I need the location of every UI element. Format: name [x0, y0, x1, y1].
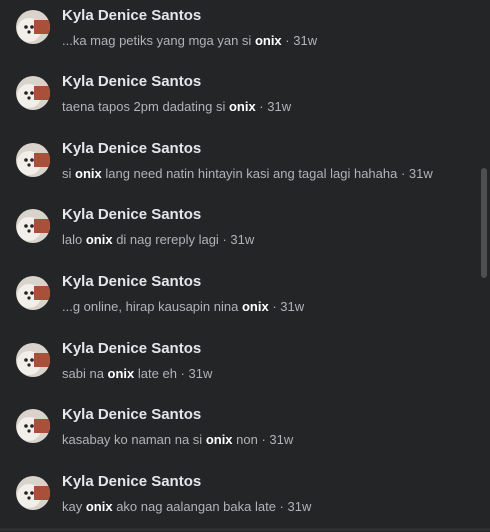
avatar[interactable]	[16, 476, 50, 510]
message-snippet: si onix lang need natin hintayin kasi an…	[62, 166, 433, 181]
search-keyword-highlight: onix	[75, 166, 102, 181]
snippet-text: ...g online, hirap kausapin nina	[62, 299, 242, 314]
separator: ·	[218, 232, 231, 247]
message-snippet: ...ka mag petiks yang mga yan si onix · …	[62, 33, 317, 48]
separator: ·	[397, 166, 409, 181]
avatar[interactable]	[16, 10, 50, 44]
result-row[interactable]: Kyla Denice Santos si onix lang need nat…	[0, 133, 478, 199]
profile-photo-dog-icon	[16, 10, 50, 44]
sender-name: Kyla Denice Santos	[62, 73, 202, 90]
snippet-text: sabi na	[62, 366, 108, 381]
avatar[interactable]	[16, 209, 50, 243]
avatar[interactable]	[16, 76, 50, 110]
separator: ·	[257, 432, 270, 447]
sender-name: Kyla Denice Santos	[62, 340, 202, 357]
result-row[interactable]: Kyla Denice Santos sabi na onix late eh …	[0, 333, 478, 399]
sender-name: Kyla Denice Santos	[62, 273, 202, 290]
message-snippet: taena tapos 2pm dadating si onix · 31w	[62, 99, 291, 114]
snippet-text: taena tapos 2pm dadating si	[62, 99, 229, 114]
message-snippet: ...g online, hirap kausapin nina onix · …	[62, 299, 304, 314]
search-results-list: Kyla Denice Santos ...ka mag petiks yang…	[0, 0, 478, 531]
profile-photo-dog-icon	[16, 409, 50, 443]
snippet-text: kasabay ko naman na si	[62, 432, 206, 447]
message-snippet: lalo onix di nag rereply lagi · 31w	[62, 232, 254, 247]
separator: ·	[268, 299, 281, 314]
search-keyword-highlight: onix	[205, 432, 233, 447]
snippet-text: kay	[62, 499, 86, 514]
result-row[interactable]: Kyla Denice Santos lalo onix di nag rere…	[0, 199, 478, 265]
timestamp: 31w	[188, 366, 213, 381]
result-row[interactable]: Kyla Denice Santos ...ka mag petiks yang…	[0, 0, 478, 66]
snippet-text: ako nag aalangan baka late	[112, 499, 276, 514]
avatar[interactable]	[16, 143, 50, 177]
message-snippet: kay onix ako nag aalangan baka late · 31…	[62, 499, 311, 514]
search-keyword-highlight: onix	[241, 299, 269, 314]
profile-photo-dog-icon	[16, 276, 50, 310]
result-row[interactable]: Kyla Denice Santos ...g online, hirap ka…	[0, 266, 478, 332]
message-snippet: kasabay ko naman na si onix non · 31w	[62, 432, 293, 447]
result-row[interactable]: Kyla Denice Santos kasabay ko naman na s…	[0, 399, 478, 465]
result-row[interactable]: Kyla Denice Santos kay onix ako nag aala…	[0, 466, 478, 532]
profile-photo-dog-icon	[16, 76, 50, 110]
snippet-text: lalo	[62, 232, 86, 247]
snippet-text: non	[232, 432, 258, 447]
search-keyword-highlight: onix	[107, 366, 135, 381]
separator: ·	[176, 366, 189, 381]
message-snippet: sabi na onix late eh · 31w	[62, 366, 212, 381]
search-keyword-highlight: onix	[254, 33, 282, 48]
avatar[interactable]	[16, 276, 50, 310]
separator: ·	[255, 99, 268, 114]
separator: ·	[281, 33, 294, 48]
timestamp: 31w	[269, 432, 294, 447]
separator: ·	[275, 499, 288, 514]
timestamp: 31w	[408, 166, 433, 181]
scrollbar[interactable]	[478, 0, 490, 531]
profile-photo-dog-icon	[16, 343, 50, 377]
search-keyword-highlight: onix	[228, 99, 256, 114]
timestamp: 31w	[267, 99, 292, 114]
result-row[interactable]: Kyla Denice Santos taena tapos 2pm dadat…	[0, 66, 478, 132]
snippet-text: si	[62, 166, 75, 181]
timestamp: 31w	[293, 33, 318, 48]
search-keyword-highlight: onix	[85, 232, 113, 247]
timestamp: 31w	[230, 232, 255, 247]
snippet-text: ...ka mag petiks yang mga yan si	[62, 33, 255, 48]
search-keyword-highlight: onix	[85, 499, 113, 514]
snippet-text: di nag rereply lagi	[112, 232, 219, 247]
sender-name: Kyla Denice Santos	[62, 406, 202, 423]
timestamp: 31w	[280, 299, 305, 314]
sender-name: Kyla Denice Santos	[62, 7, 202, 24]
scrollbar-thumb[interactable]	[481, 168, 487, 278]
timestamp: 31w	[287, 499, 312, 514]
snippet-text: late eh	[134, 366, 177, 381]
avatar[interactable]	[16, 343, 50, 377]
snippet-text: lang need natin hintayin kasi ang tagal …	[101, 166, 398, 181]
avatar[interactable]	[16, 409, 50, 443]
profile-photo-dog-icon	[16, 476, 50, 510]
profile-photo-dog-icon	[16, 209, 50, 243]
sender-name: Kyla Denice Santos	[62, 140, 202, 157]
sender-name: Kyla Denice Santos	[62, 473, 202, 490]
sender-name: Kyla Denice Santos	[62, 206, 202, 223]
profile-photo-dog-icon	[16, 143, 50, 177]
